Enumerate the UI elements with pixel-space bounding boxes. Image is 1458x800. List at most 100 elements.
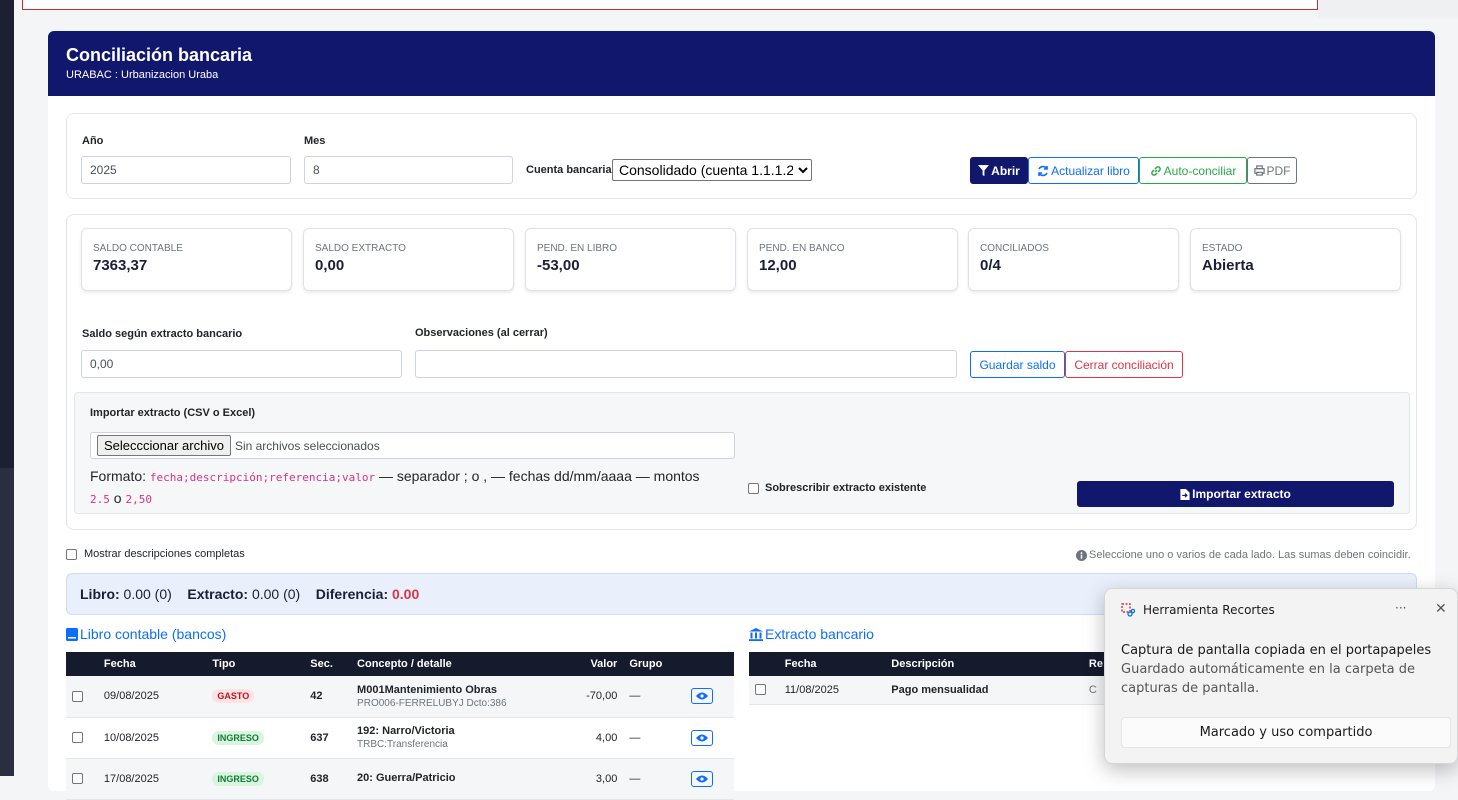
import-title: Importar extracto (CSV o Excel) <box>90 407 256 419</box>
format-help: Formato: fecha;descripción;referencia;va… <box>90 466 730 510</box>
snipping-tool-icon <box>1121 603 1135 617</box>
row-value: -70,00 <box>553 676 624 718</box>
refresh-book-label: Actualizar libro <box>1051 163 1130 178</box>
table-row[interactable]: 09/08/2025 GASTO 42 M001Mantenimiento Ob… <box>66 676 734 718</box>
view-button[interactable] <box>691 688 714 705</box>
row-concept: 192: Narro/Victoria <box>357 725 455 737</box>
refresh-book-button[interactable]: Actualizar libro <box>1028 157 1139 184</box>
row-checkbox[interactable] <box>72 690 83 702</box>
row-checkbox[interactable] <box>72 773 83 785</box>
type-badge: INGRESO <box>212 730 264 745</box>
row-concept: M001Mantenimiento Obras <box>357 683 498 696</box>
account-select[interactable]: Consolidado (cuenta 1.1.1.2) <box>612 159 812 181</box>
stat-card-pending-book: PEND. EN LIBRO -53,00 <box>525 228 736 291</box>
col-header-type: Tipo <box>206 652 305 676</box>
year-input[interactable]: 2025 <box>81 156 291 184</box>
row-detail: PRO006-FERRELUBYJ Dcto:386 <box>357 697 507 709</box>
amount-example-a: 2.5 <box>90 493 110 506</box>
row-type-cell: INGRESO <box>206 758 305 800</box>
bank-icon <box>749 627 763 641</box>
stat-card-pending-bank: PEND. EN BANCO 12,00 <box>747 228 958 291</box>
stat-card-reconciled: CONCILIADOS 0/4 <box>968 228 1179 291</box>
book-table-header: Fecha Tipo Sec. Concepto / detalle Valor… <box>66 652 734 676</box>
difference-label: Diferencia: <box>315 586 389 602</box>
table-row[interactable]: 10/08/2025 INGRESO 637 192: Narro/Victor… <box>66 717 734 759</box>
col-header-group: Grupo <box>623 652 686 676</box>
file-input[interactable]: Selecccionar archivo Sin archivos selecc… <box>90 432 735 459</box>
overwrite-checkbox[interactable] <box>748 482 759 494</box>
view-button[interactable] <box>691 770 714 787</box>
toast-message: Guardado automáticamente en la carpeta d… <box>1121 662 1416 696</box>
difference-value: 0.00 <box>392 586 420 602</box>
statement-sum-value: 0.00 (0) <box>251 586 301 602</box>
select-col-header <box>66 652 98 676</box>
book-section-title: Libro contable (bancos) <box>66 626 226 642</box>
statement-balance-label: Saldo según extracto bancario <box>82 328 243 340</box>
col-header-sec: Sec. <box>304 652 352 676</box>
stat-card-status: ESTADO Abierta <box>1190 228 1401 291</box>
col-header-date: Fecha <box>778 652 886 676</box>
row-checkbox[interactable] <box>755 684 766 696</box>
stat-value: -53,00 <box>537 257 580 274</box>
row-detail: TRBC:Transferencia <box>357 739 448 750</box>
statement-section-title-text: Extracto bancario <box>765 626 874 642</box>
refresh-icon <box>1038 165 1048 176</box>
row-date: 09/08/2025 <box>97 676 207 718</box>
open-button[interactable]: Abrir <box>970 157 1028 184</box>
auto-conciliate-button[interactable]: Auto-conciliar <box>1139 157 1247 184</box>
view-button[interactable] <box>691 729 714 746</box>
row-date: 17/08/2025 <box>97 758 207 800</box>
full-description-checkbox[interactable] <box>66 548 77 560</box>
more-options-button[interactable]: ··· <box>1395 601 1406 615</box>
snipping-tool-notification[interactable]: Herramienta Recortes ··· ✕ Captura de pa… <box>1104 588 1458 764</box>
markup-share-button[interactable]: Marcado y uso compartido <box>1121 717 1451 748</box>
row-actions-cell <box>685 676 734 718</box>
row-checkbox[interactable] <box>72 732 83 744</box>
table-row[interactable]: 11/08/2025 Pago mensualidad C <box>749 676 1109 705</box>
pdf-button[interactable]: PDF <box>1247 157 1297 184</box>
close-icon[interactable]: ✕ <box>1435 601 1447 617</box>
save-balance-button[interactable]: Guardar saldo <box>970 351 1065 378</box>
desktop-left-edge-lower <box>0 468 14 776</box>
row-group: — <box>623 717 686 759</box>
row-concept: 20: Guerra/Patricio <box>357 771 456 784</box>
import-statement-button[interactable]: Importar extracto <box>1077 481 1394 507</box>
toast-title: Captura de pantalla copiada en el portap… <box>1121 643 1432 658</box>
pdf-button-label: PDF <box>1266 163 1291 178</box>
or-word: o <box>113 490 122 506</box>
observations-input[interactable] <box>415 350 957 378</box>
close-reconciliation-button[interactable]: Cerrar conciliación <box>1065 351 1183 378</box>
statement-table: Fecha Descripción Re 11/08/2025 Pago men… <box>749 652 1109 705</box>
row-sec: 42 <box>304 676 352 718</box>
printer-icon <box>1253 165 1265 176</box>
row-value: 4,00 <box>553 717 624 759</box>
full-description-option: Mostrar descripciones completas <box>66 548 245 560</box>
stat-value: 0,00 <box>315 257 345 274</box>
card-header: Conciliación bancaria URABAC : Urbanizac… <box>48 31 1435 96</box>
col-header-value: Valor <box>553 652 624 676</box>
book-sum-label: Libro: <box>80 586 120 602</box>
book-table: Fecha Tipo Sec. Concepto / detalle Valor… <box>66 652 734 800</box>
stat-title: SALDO EXTRACTO <box>315 243 406 254</box>
row-value: 3,00 <box>553 758 624 800</box>
month-input[interactable]: 8 <box>304 156 513 184</box>
row-select-cell <box>66 758 98 800</box>
statement-balance-input[interactable]: 0,00 <box>81 350 402 378</box>
row-group: — <box>623 758 686 800</box>
choose-file-button[interactable]: Selecccionar archivo <box>97 435 231 456</box>
col-header-date: Fecha <box>97 652 207 676</box>
toast-body: Captura de pantalla copiada en el portap… <box>1121 641 1441 698</box>
link-icon <box>1150 165 1161 176</box>
page-subtitle: URABAC : Urbanizacion Uraba <box>66 69 219 81</box>
selection-hint-text: Seleccione uno o varios de cada lado. La… <box>1089 549 1411 561</box>
statement-section-title: Extracto bancario <box>749 626 874 642</box>
type-badge: GASTO <box>212 689 255 704</box>
desktop-left-edge <box>0 0 14 776</box>
format-prefix: Formato: <box>90 468 147 484</box>
row-date: 10/08/2025 <box>97 717 207 759</box>
import-statement-label: Importar extracto <box>1192 487 1291 501</box>
col-header-actions <box>685 652 734 676</box>
row-concept-cell: 20: Guerra/Patricio <box>351 758 554 800</box>
table-row[interactable]: 17/08/2025 INGRESO 638 20: Guerra/Patric… <box>66 758 734 800</box>
stat-value: 12,00 <box>759 257 797 274</box>
